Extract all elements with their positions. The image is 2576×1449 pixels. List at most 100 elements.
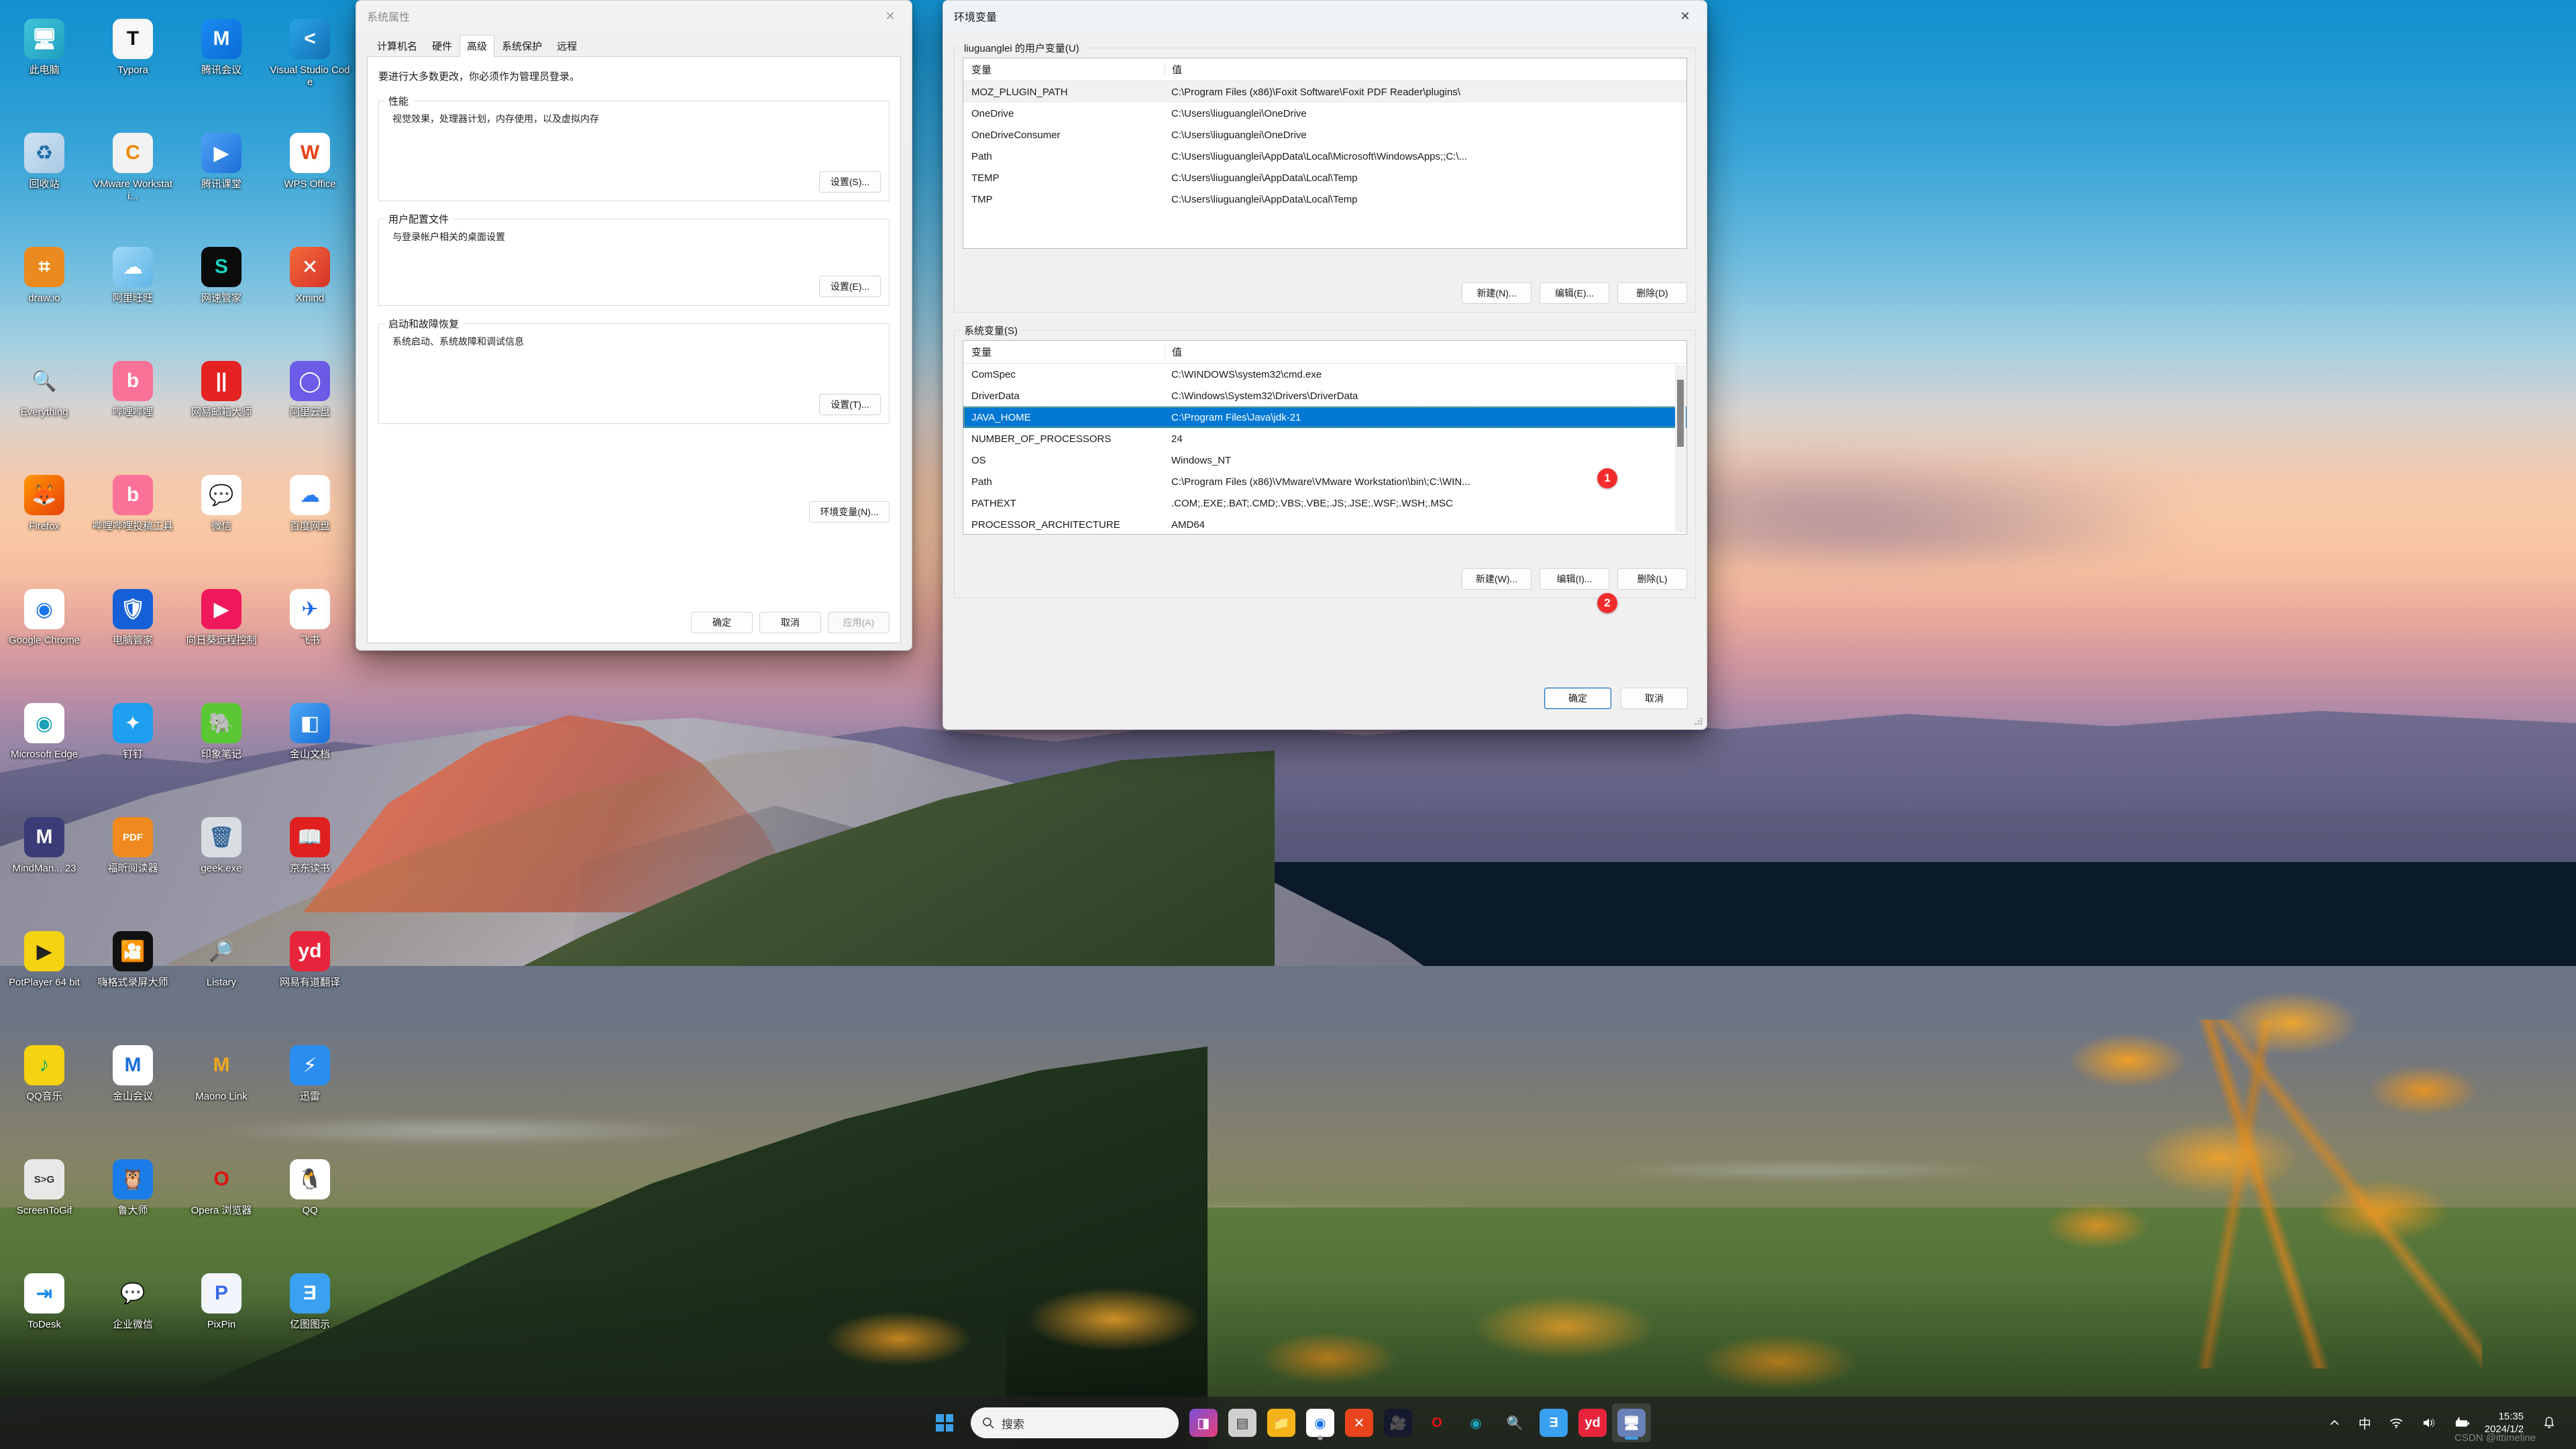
start-button[interactable]: [925, 1403, 964, 1442]
taskbar-item-opera[interactable]: O: [1417, 1403, 1456, 1442]
cancel-button[interactable]: 取消: [1621, 688, 1688, 709]
taskbar-item-file-explorer[interactable]: 📁: [1262, 1403, 1301, 1442]
close-icon[interactable]: ✕: [1664, 1, 1707, 32]
system-new-button[interactable]: 新建(W)...: [1462, 568, 1532, 590]
system-properties-dialog[interactable]: 系统属性 ✕ 计算机名 硬件 高级 系统保护 远程 要进行大多数更改，你必须作为管理员登…: [356, 0, 912, 651]
desktop-icon-pixpin[interactable]: P PixPin: [177, 1267, 266, 1381]
tab-remote[interactable]: 远程: [549, 35, 584, 57]
ok-button[interactable]: 确定: [691, 612, 753, 633]
desktop-icon-youdao-translate[interactable]: yd 网易有道翻译: [266, 924, 354, 1038]
desktop-icon-qq[interactable]: 🐧 QQ: [266, 1152, 354, 1267]
wifi-icon[interactable]: [2380, 1403, 2412, 1442]
user-new-button[interactable]: 新建(N)...: [1462, 282, 1532, 304]
desktop-icon-xmind[interactable]: ✕ Xmind: [266, 240, 354, 354]
taskbar-item-system-properties[interactable]: 🖥: [1612, 1403, 1651, 1442]
desktop-icon-listary[interactable]: 🔎 Listary: [177, 924, 266, 1038]
desktop-icon-wecom[interactable]: 💬 企业微信: [89, 1267, 177, 1381]
desktop-icon-bilibili-upload[interactable]: b 哔哩哔哩投稿工具: [89, 468, 177, 582]
desktop-icon-this-pc[interactable]: 🖥 此电脑: [0, 12, 89, 126]
desktop-icon-baidu-netdisk[interactable]: ☁ 百度网盘: [266, 468, 354, 582]
desktop-icon-aliyun-drive[interactable]: ◯ 阿里云盘: [266, 354, 354, 468]
desktop-icon-vmware[interactable]: C VMware Workstati...: [89, 126, 177, 240]
desktop-icon-firefox[interactable]: 🦊 Firefox: [0, 468, 89, 582]
desktop-icon-wps-office[interactable]: W WPS Office: [266, 126, 354, 240]
taskbar-item-everything[interactable]: 🔍: [1495, 1403, 1534, 1442]
system-variables-scrollbar[interactable]: [1675, 365, 1686, 533]
taskbar-item-task-view[interactable]: ▤: [1223, 1403, 1262, 1442]
table-row[interactable]: DriverData C:\Windows\System32\Drivers\Dr…: [963, 385, 1686, 407]
desktop-icon-netspeed[interactable]: S 网速管家: [177, 240, 266, 354]
desktop-icon-chrome[interactable]: ◉ Google Chrome: [0, 582, 89, 696]
desktop-icon-drawio[interactable]: ⌗ draw.io: [0, 240, 89, 354]
tab-system-protection[interactable]: 系统保护: [494, 35, 549, 57]
desktop-icon-potplayer[interactable]: ▶ PotPlayer 64 bit: [0, 924, 89, 1038]
taskbar-item-copilot[interactable]: ◨: [1184, 1403, 1223, 1442]
env-titlebar[interactable]: 环境变量 ✕: [943, 1, 1707, 32]
taskbar[interactable]: 搜索 ◨ ▤ 📁 ◉ ✕ 🎥 O ◉ 🔍 Ǝyd 🖥 中 15:35 2024/…: [0, 1397, 2576, 1449]
table-row[interactable]: PROCESSOR_ARCHITECTURE AMD64: [963, 514, 1686, 534]
desktop-icon-thunder[interactable]: ⚡ 迅雷: [266, 1038, 354, 1152]
system-variables-listview[interactable]: 变量 值 ComSpec C:\WINDOWS\system32\cmd.exe D…: [963, 340, 1687, 535]
taskbar-item-xmind[interactable]: ✕: [1340, 1403, 1379, 1442]
user-profiles-settings-button[interactable]: 设置(E)...: [819, 276, 881, 297]
desktop-icon-typora[interactable]: T Typora: [89, 12, 177, 126]
table-row[interactable]: ComSpec C:\WINDOWS\system32\cmd.exe: [963, 364, 1686, 385]
desktop-icon-bilibili[interactable]: b 哔哩哔哩: [89, 354, 177, 468]
scrollbar-thumb[interactable]: [1677, 380, 1684, 447]
system-properties-titlebar[interactable]: 系统属性 ✕: [356, 1, 912, 32]
desktop-icon-ludashi[interactable]: 🦉 鲁大师: [89, 1152, 177, 1267]
bell-icon[interactable]: [2533, 1403, 2565, 1442]
desktop-icon-tencent-ketang[interactable]: ▶ 腾讯课堂: [177, 126, 266, 240]
resize-grip[interactable]: [1695, 717, 1704, 727]
user-variables-listview[interactable]: 变量 值 MOZ_PLUGIN_PATH C:\Program Files (x8…: [963, 58, 1687, 249]
user-variables-rows[interactable]: MOZ_PLUGIN_PATH C:\Program Files (x86)\Fo…: [963, 81, 1686, 248]
tab-advanced[interactable]: 高级: [460, 35, 495, 57]
tab-hardware[interactable]: 硬件: [425, 35, 460, 57]
desktop-icon-evernote[interactable]: 🐘 印象笔记: [177, 696, 266, 810]
desktop-icon-hgs-recorder[interactable]: 🎦 嗨格式录屏大师: [89, 924, 177, 1038]
table-row[interactable]: JAVA_HOME C:\Program Files\Java\jdk-21: [963, 407, 1686, 428]
taskbar-item-google-chrome[interactable]: ◉: [1301, 1403, 1340, 1442]
system-variables-rows[interactable]: ComSpec C:\WINDOWS\system32\cmd.exe Driver…: [963, 364, 1686, 534]
desktop-icon-mindmanager[interactable]: M MindMan... 23: [0, 810, 89, 924]
desktop-icon-geek-uninstaller[interactable]: 🗑 geek.exe: [177, 810, 266, 924]
system-delete-button[interactable]: 删除(L): [1617, 568, 1687, 590]
desktop-icon-vscode[interactable]: < Visual Studio Code: [266, 12, 354, 126]
environment-variables-dialog[interactable]: 环境变量 ✕ liuguanglei 的用户变量(U) 变量 值 MOZ_PLU…: [943, 0, 1707, 730]
desktop-icon-aliwangwang[interactable]: ☁ 阿里旺旺: [89, 240, 177, 354]
table-row[interactable]: PATHEXT .COM;.EXE;.BAT;.CMD;.VBS;.VBE;.JS…: [963, 492, 1686, 514]
taskbar-item-youdao-translate[interactable]: yd: [1573, 1403, 1612, 1442]
desktop-icon-everything[interactable]: 🔍 Everything: [0, 354, 89, 468]
desktop-icon-todesk[interactable]: ⇥ ToDesk: [0, 1267, 89, 1381]
close-icon[interactable]: ✕: [869, 1, 912, 32]
table-row[interactable]: TMP C:\Users\liuguanglei\AppData\Local\Te…: [963, 189, 1686, 210]
chevron-up-icon[interactable]: [2319, 1403, 2350, 1442]
table-row[interactable]: TEMP C:\Users\liuguanglei\AppData\Local\T…: [963, 167, 1686, 189]
desktop-icon-netease-mail[interactable]: || 网易邮箱大师: [177, 354, 266, 468]
system-edit-button[interactable]: 编辑(I)...: [1540, 568, 1609, 590]
desktop-icon-screentogif[interactable]: S>G ScreenToGif: [0, 1152, 89, 1267]
desktop-icon-maono-link[interactable]: M Maono Link: [177, 1038, 266, 1152]
environment-variables-button[interactable]: 环境变量(N)...: [809, 501, 890, 523]
table-row[interactable]: OneDrive C:\Users\liuguanglei\OneDrive: [963, 103, 1686, 124]
cancel-button[interactable]: 取消: [759, 612, 821, 633]
taskbar-item-edraw[interactable]: Ǝ: [1534, 1403, 1573, 1442]
desktop-icon-kingsoft-doc[interactable]: ◧ 金山文档: [266, 696, 354, 810]
table-row[interactable]: OneDriveConsumer C:\Users\liuguanglei\One…: [963, 124, 1686, 146]
system-properties-tabstrip[interactable]: 计算机名 硬件 高级 系统保护 远程: [367, 34, 901, 57]
ok-button[interactable]: 确定: [1544, 688, 1611, 709]
table-row[interactable]: MOZ_PLUGIN_PATH C:\Program Files (x86)\Fo…: [963, 81, 1686, 103]
table-row[interactable]: OS Windows_NT: [963, 449, 1686, 471]
desktop-icon-pc-manager[interactable]: 🛡 电脑管家: [89, 582, 177, 696]
desktop-icon-dingtalk[interactable]: ✦ 钉钉: [89, 696, 177, 810]
desktop-icon-wechat[interactable]: 💬 微信: [177, 468, 266, 582]
desktop-icon-kingsoft-meeting[interactable]: M 金山会议: [89, 1038, 177, 1152]
tab-computer-name[interactable]: 计算机名: [370, 35, 425, 57]
desktop-icon-feishu[interactable]: ✈ 飞书: [266, 582, 354, 696]
desktop-icon-recycle-bin[interactable]: ♻ 回收站: [0, 126, 89, 240]
user-delete-button[interactable]: 删除(D): [1617, 282, 1687, 304]
user-edit-button[interactable]: 编辑(E)...: [1540, 282, 1609, 304]
taskbar-item-microsoft-edge[interactable]: ◉: [1456, 1403, 1495, 1442]
desktop-icon-sunlogin[interactable]: ▶ 向日葵远程控制: [177, 582, 266, 696]
desktop-icon-opera[interactable]: O Opera 浏览器: [177, 1152, 266, 1267]
